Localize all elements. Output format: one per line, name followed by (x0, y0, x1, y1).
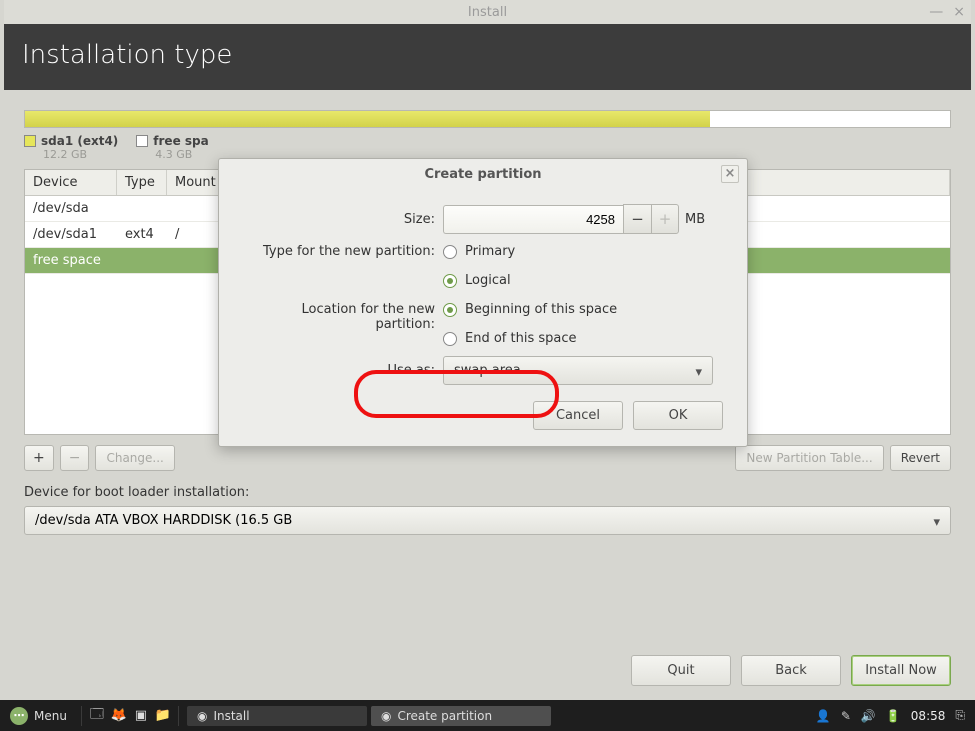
dialog-title: Create partition × (219, 159, 747, 192)
legend-item-sda1: sda1 (ext4) 12.2 GB (24, 134, 118, 161)
quit-button[interactable]: Quit (631, 655, 731, 686)
legend-item-free: free spa 4.3 GB (136, 134, 208, 161)
size-stepper: − + (443, 204, 679, 234)
page-header: Installation type (4, 24, 971, 90)
terminal-icon[interactable]: ▣ (130, 705, 152, 727)
remove-partition-button[interactable]: − (60, 445, 90, 471)
cell-device: /dev/sda (25, 196, 117, 221)
cell-device: /dev/sda1 (25, 222, 117, 247)
use-as-value: swap area (454, 363, 521, 378)
radio-icon (443, 245, 457, 259)
partition-type-label: Type for the new partition: (243, 240, 443, 259)
radio-icon (443, 332, 457, 346)
cell-type (117, 248, 167, 273)
dialog-close-button[interactable]: × (721, 165, 739, 183)
add-partition-button[interactable]: + (24, 445, 54, 471)
battery-icon[interactable]: 🔋 (886, 709, 901, 723)
revert-button[interactable]: Revert (890, 445, 951, 471)
change-partition-button[interactable]: Change... (95, 445, 174, 471)
radio-beginning[interactable]: Beginning of this space (443, 302, 617, 317)
cell-type: ext4 (117, 222, 167, 247)
radio-icon (443, 303, 457, 317)
volume-icon[interactable]: 🔊 (861, 709, 876, 723)
column-device[interactable]: Device (25, 170, 117, 195)
partition-location-label: Location for the new partition: (243, 298, 443, 332)
legend-swatch-icon (136, 135, 148, 147)
session-icon[interactable]: ⎘ (955, 708, 965, 723)
show-desktop-icon[interactable]: 🗔 (86, 705, 108, 727)
size-input[interactable] (443, 205, 623, 234)
create-partition-dialog: Create partition × Size: − + MB Type for… (218, 158, 748, 447)
wizard-footer: Quit Back Install Now (631, 655, 951, 686)
disk-usage-bar (24, 110, 951, 128)
legend-swatch-icon (24, 135, 36, 147)
disk-legend: sda1 (ext4) 12.2 GB free spa 4.3 GB (24, 134, 951, 161)
new-partition-table-button[interactable]: New Partition Table... (735, 445, 883, 471)
window-titlebar: Install — × (4, 0, 971, 24)
size-label: Size: (243, 212, 443, 227)
use-as-select[interactable]: swap area ▾ (443, 356, 713, 385)
disk-usage-fill (25, 111, 710, 127)
bootloader-label: Device for boot loader installation: (24, 485, 951, 500)
cell-type (117, 196, 167, 221)
window-title: Install (468, 5, 507, 20)
ok-button[interactable]: OK (633, 401, 723, 430)
install-now-button[interactable]: Install Now (851, 655, 951, 686)
disc-icon: ◉ (381, 709, 391, 723)
use-as-label: Use as: (243, 363, 443, 378)
cell-device: free space (25, 248, 117, 273)
window-close-icon[interactable]: × (953, 4, 965, 20)
start-menu-button[interactable]: ⋯ Menu (0, 707, 77, 725)
decrement-button[interactable]: − (623, 204, 651, 234)
size-unit: MB (685, 212, 705, 227)
back-button[interactable]: Back (741, 655, 841, 686)
taskbar-item-install[interactable]: ◉ Install (187, 706, 367, 726)
pen-icon[interactable]: ✎ (841, 709, 851, 723)
firefox-icon[interactable]: 🦊 (108, 705, 130, 727)
chevron-down-icon: ▾ (933, 515, 940, 530)
bootloader-value: /dev/sda ATA VBOX HARDDISK (16.5 GB (35, 513, 292, 528)
mint-logo-icon: ⋯ (10, 707, 28, 725)
cancel-button[interactable]: Cancel (533, 401, 623, 430)
files-icon[interactable]: 📁 (152, 705, 174, 727)
page-title: Installation type (22, 40, 953, 70)
user-icon[interactable]: 👤 (816, 709, 831, 723)
radio-logical[interactable]: Logical (443, 273, 511, 288)
radio-end[interactable]: End of this space (443, 331, 577, 346)
window-minimize-icon[interactable]: — (929, 4, 943, 20)
column-type[interactable]: Type (117, 170, 167, 195)
legend-label: sda1 (ext4) (41, 134, 118, 148)
taskbar: ⋯ Menu 🗔 🦊 ▣ 📁 ◉ Install ◉ Create partit… (0, 700, 975, 731)
legend-label: free spa (153, 134, 208, 148)
bootloader-select[interactable]: /dev/sda ATA VBOX HARDDISK (16.5 GB ▾ (24, 506, 951, 535)
legend-size: 12.2 GB (43, 148, 118, 161)
clock[interactable]: 08:58 (911, 709, 946, 723)
legend-size: 4.3 GB (155, 148, 208, 161)
radio-icon (443, 274, 457, 288)
radio-primary[interactable]: Primary (443, 244, 515, 259)
disc-icon: ◉ (197, 709, 207, 723)
increment-button[interactable]: + (651, 204, 679, 234)
taskbar-item-create-partition[interactable]: ◉ Create partition (371, 706, 551, 726)
chevron-down-icon: ▾ (695, 365, 702, 380)
partition-toolbar: + − Change... New Partition Table... Rev… (24, 445, 951, 471)
